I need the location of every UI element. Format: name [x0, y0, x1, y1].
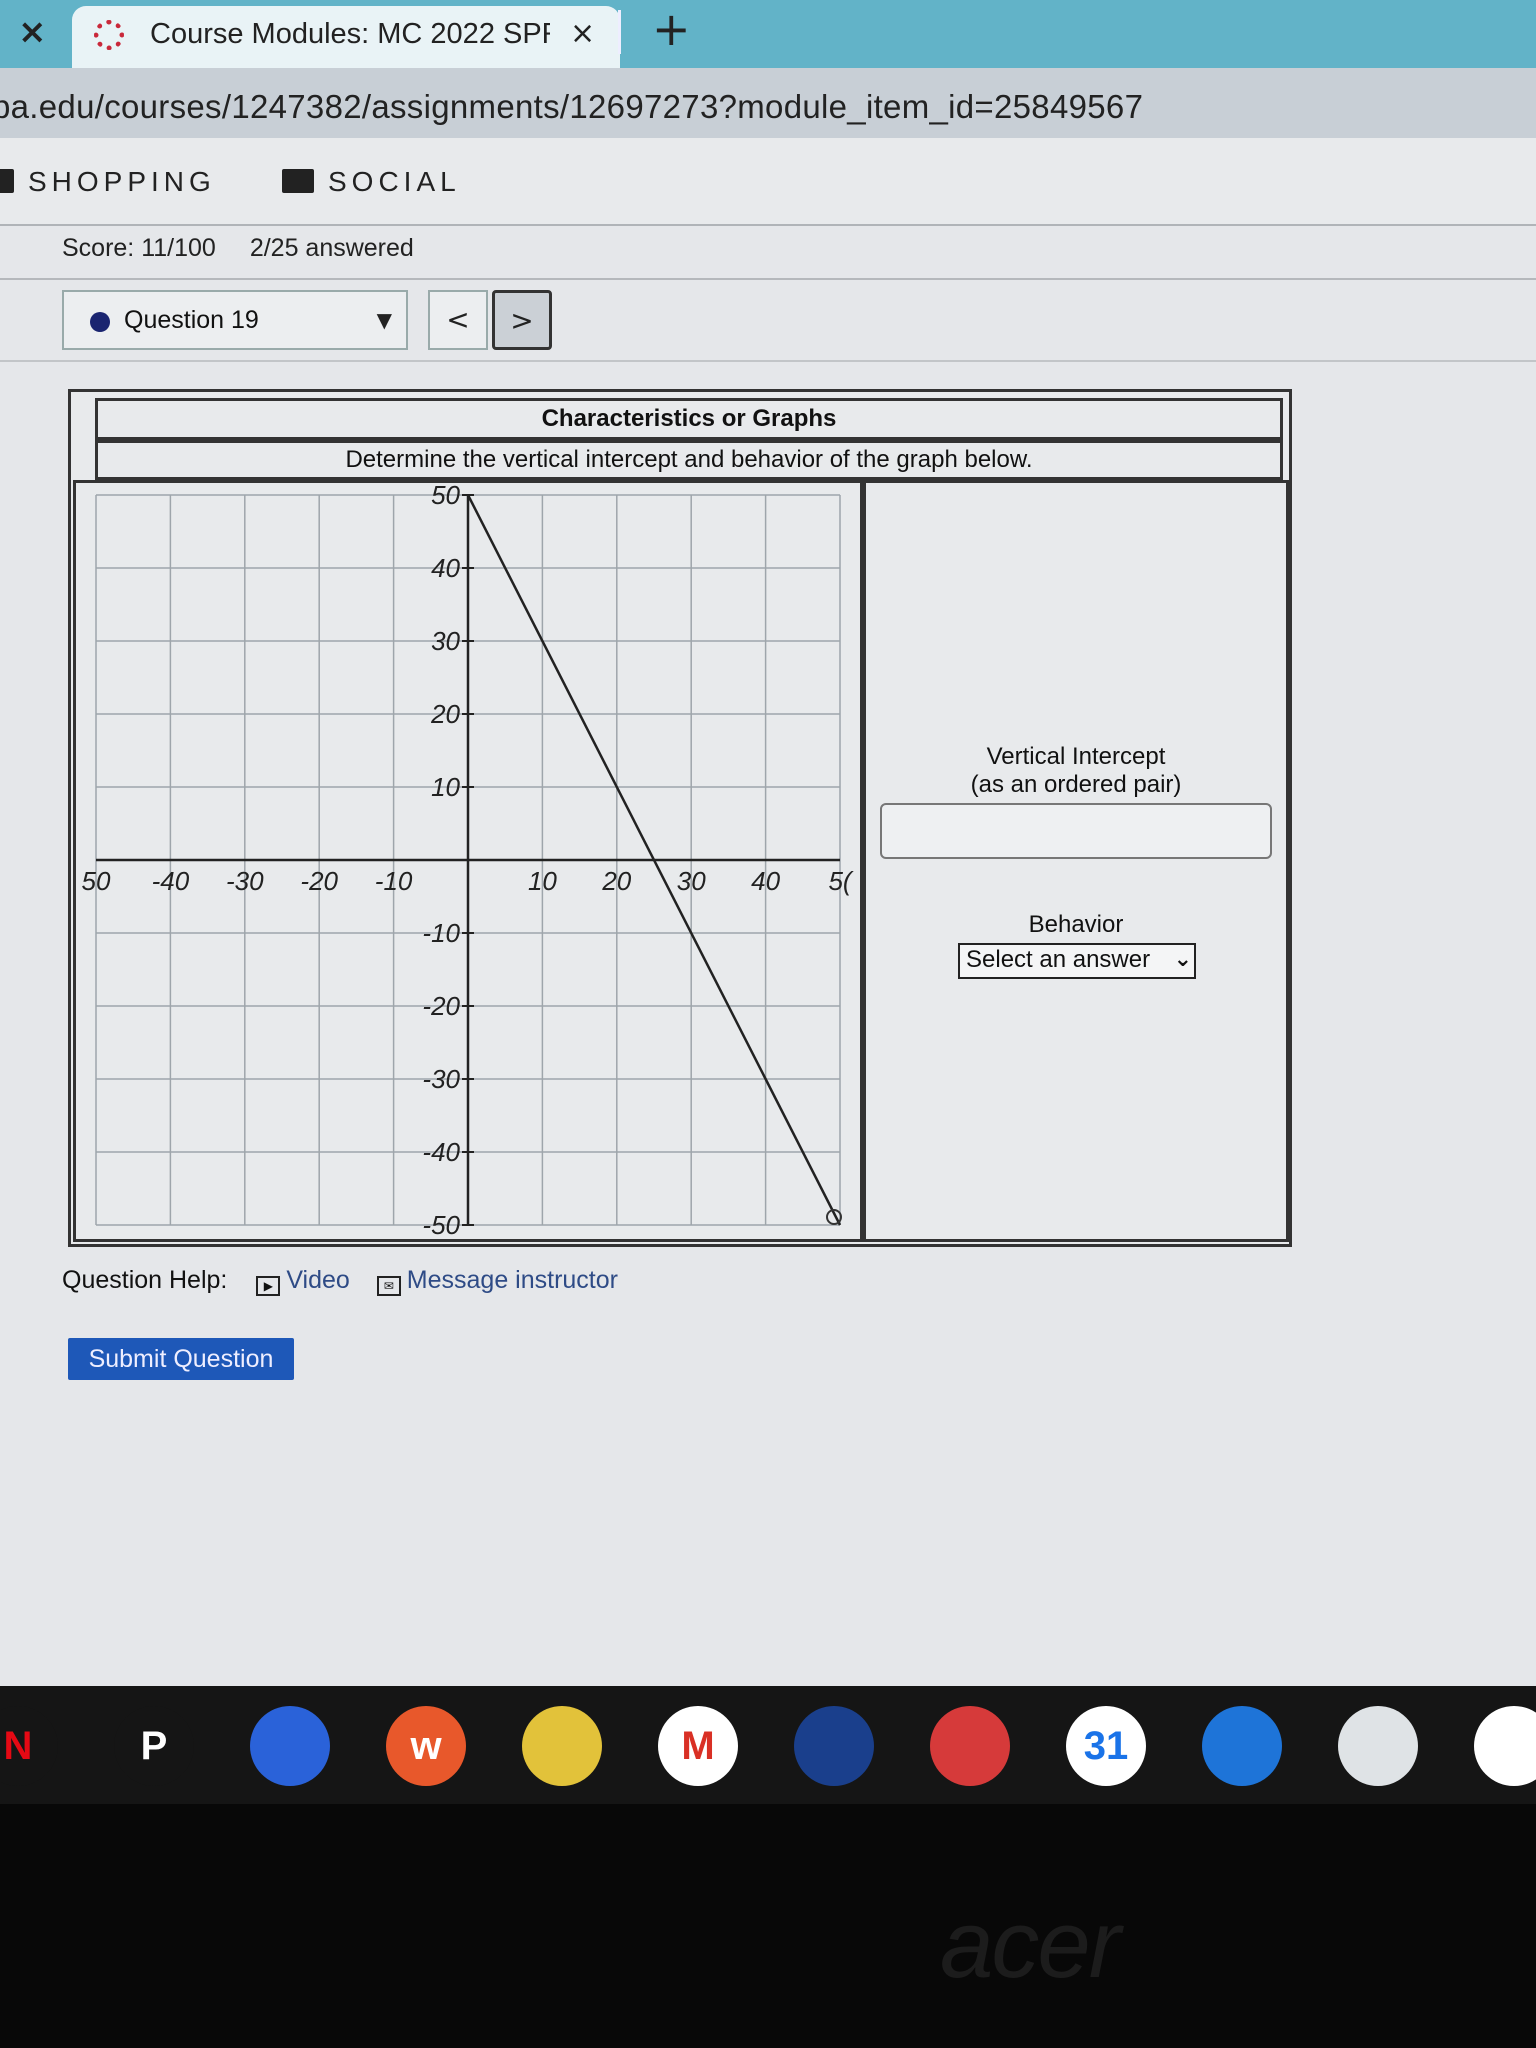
question-status-dot-icon	[90, 312, 110, 332]
drive-icon[interactable]	[1474, 1706, 1536, 1786]
close-tab-icon[interactable]: ×	[570, 16, 595, 51]
bookmark-folder-shopping[interactable]: SHOPPING	[0, 166, 216, 198]
next-question-button[interactable]: >	[492, 290, 552, 350]
y-tick-label: 40	[431, 553, 460, 583]
vertical-intercept-label: Vertical Intercept (as an ordered pair)	[970, 743, 1182, 798]
line-graph: 50 -40 -30 -20 -10 10 20 30 40 5( 50 40 30 20 10 -10 -20…	[82, 480, 854, 1240]
x-tick-label: 5(	[828, 866, 853, 896]
close-window-icon[interactable]: ×	[18, 12, 47, 52]
graph-cell: 50 -40 -30 -20 -10 10 20 30 40 5( 50 40 30 20 10 -10 -20…	[73, 480, 863, 1242]
y-tick-label: 30	[431, 626, 460, 656]
y-tick-label: 50	[431, 483, 460, 510]
y-tick-label: 10	[431, 772, 460, 802]
chevron-down-icon: ⌄	[1173, 947, 1192, 972]
previous-question-button[interactable]: <	[428, 290, 488, 350]
divider	[0, 360, 1536, 362]
divider	[0, 278, 1536, 280]
x-tick-label: -30	[226, 866, 264, 896]
edpuzzle-icon[interactable]	[794, 1706, 874, 1786]
x-tick-label: 50	[82, 866, 111, 896]
x-tick-label: -20	[300, 866, 338, 896]
pixlr-icon[interactable]: P	[114, 1706, 194, 1786]
vertical-intercept-input[interactable]	[880, 803, 1272, 859]
x-tick-label: 20	[601, 866, 631, 896]
chrome-icon[interactable]	[522, 1706, 602, 1786]
app-shelf: N Pw M 31	[0, 1686, 1536, 1804]
bookmarks-bar: SHOPPING SOCIAL	[0, 138, 1536, 226]
question-frame: Characteristics or Graphs Determine the …	[68, 389, 1292, 1247]
answered-count: 2/25 answered	[249, 234, 414, 262]
url-text[interactable]: pa.edu/courses/1247382/assignments/12697…	[0, 88, 1143, 126]
folder-icon	[282, 169, 314, 193]
assignment-page: Score: 11/100 2/25 answered Question 19 ▼…	[0, 226, 1536, 1686]
tab-bar: × Course Modules: MC 2022 SPRIN × +	[0, 0, 1536, 68]
question-select-label: Question 19	[124, 306, 259, 334]
wevideo-icon[interactable]: w	[386, 1706, 466, 1786]
question-help-label: Question Help:	[62, 1266, 228, 1294]
y-tick-label: 20	[430, 699, 460, 729]
active-tab[interactable]: Course Modules: MC 2022 SPRIN ×	[72, 6, 620, 68]
x-tick-label: 30	[677, 866, 706, 896]
score-line: Score: 11/100 2/25 answered	[62, 234, 414, 263]
classroom-icon[interactable]	[1338, 1706, 1418, 1786]
score-text: Score: 11/100	[62, 234, 216, 262]
y-tick-label: -30	[422, 1064, 460, 1094]
folder-icon	[0, 169, 14, 193]
question-prompt: Determine the vertical intercept and beh…	[95, 440, 1283, 480]
gmail-icon[interactable]: M	[658, 1706, 738, 1786]
question-help: Question Help: ▶ Video ✉ Message instructo…	[62, 1266, 618, 1296]
new-tab-icon[interactable]: +	[652, 2, 691, 56]
x-tick-label: 10	[528, 866, 557, 896]
y-tick-label: -50	[422, 1210, 460, 1239]
envelope-icon: ✉	[376, 1276, 401, 1296]
y-tick-label: -10	[422, 918, 460, 948]
behavior-label: Behavior	[1028, 911, 1124, 938]
play-icon: ▶	[256, 1276, 281, 1296]
video-link[interactable]: ▶ Video	[256, 1266, 350, 1296]
canvas-icon[interactable]	[930, 1706, 1010, 1786]
netflix-icon[interactable]: N	[0, 1706, 58, 1786]
laptop-bezel	[0, 1804, 1536, 2048]
bookmark-folder-social[interactable]: SOCIAL	[282, 166, 461, 198]
canvas-favicon-icon	[94, 20, 124, 50]
x-tick-label: -40	[152, 866, 190, 896]
files-icon[interactable]	[1202, 1706, 1282, 1786]
tab-title: Course Modules: MC 2022 SPRIN	[150, 18, 550, 50]
submit-question-button[interactable]: Submit Question	[68, 1338, 294, 1380]
message-instructor-link[interactable]: ✉ Message instructor	[376, 1266, 618, 1296]
y-tick-label: -40	[422, 1137, 460, 1167]
brand-logo: acer	[940, 1891, 1121, 1998]
question-select[interactable]: Question 19 ▼	[62, 290, 408, 350]
address-bar[interactable]: pa.edu/courses/1247382/assignments/12697…	[0, 68, 1536, 138]
question-title: Characteristics or Graphs	[95, 398, 1283, 440]
x-tick-label: 40	[751, 866, 780, 896]
docs-icon[interactable]	[250, 1706, 330, 1786]
x-tick-label: -10	[375, 866, 413, 896]
tab-divider	[618, 10, 621, 54]
caret-down-icon: ▼	[376, 308, 392, 332]
answer-cell: Vertical Intercept (as an ordered pair) …	[863, 480, 1289, 1242]
behavior-select[interactable]: Select an answer ⌄	[958, 943, 1196, 979]
y-tick-label: -20	[422, 991, 460, 1021]
calendar-icon[interactable]: 31	[1066, 1706, 1146, 1786]
